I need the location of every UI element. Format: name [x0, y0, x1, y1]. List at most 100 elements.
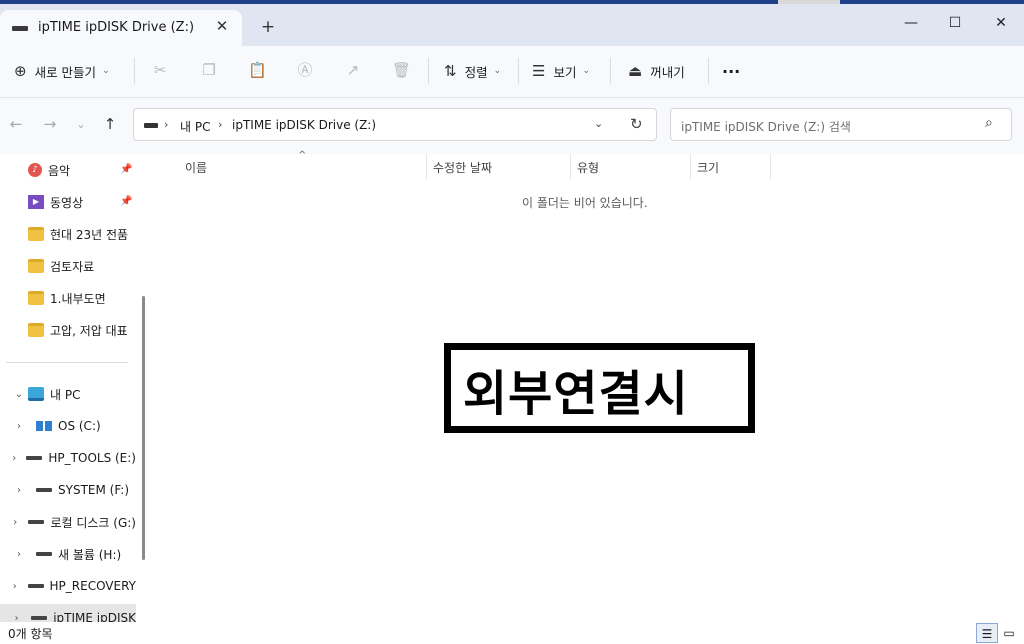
close-button[interactable]: ✕ [986, 12, 1016, 34]
column-header-name[interactable]: 이름 [185, 159, 207, 176]
cut-icon[interactable]: ✂ [151, 61, 169, 79]
sidebar-item-label: 1.내부도면 [50, 291, 106, 306]
search-icon: ⌕ [985, 115, 993, 131]
drive-icon [36, 552, 52, 556]
breadcrumb-pc[interactable]: 내 PC [180, 118, 210, 135]
sort-ascending-icon: ^ [298, 150, 307, 161]
breadcrumb-chevron-icon[interactable]: › [164, 118, 168, 131]
recent-chevron-icon[interactable]: ⌄ [72, 118, 90, 131]
chevron-right-icon[interactable]: › [10, 453, 18, 464]
toolbar-divider [610, 58, 611, 84]
column-header-size[interactable]: 크기 [697, 159, 719, 176]
column-header-modified[interactable]: 수정한 날짜 [433, 159, 492, 176]
drive-icon [36, 488, 52, 492]
annotation-box: 외부연결시 [444, 343, 755, 433]
toolbar-divider [134, 58, 135, 84]
breadcrumb-drive[interactable]: ipTIME ipDISK Drive (Z:) [232, 118, 376, 132]
eject-button[interactable]: ⏏ 꺼내기 [628, 60, 685, 82]
view-list-icon: ☰ [532, 62, 546, 80]
sidebar-item-drive-recovery[interactable]: › HP_RECOVERY [0, 572, 136, 600]
tab-close-icon[interactable]: ✕ [212, 16, 232, 36]
new-button[interactable]: ⊕ 새로 만들기 ⌄ [14, 60, 110, 82]
music-icon: ♪ [28, 163, 42, 177]
chevron-down-icon: ⌄ [493, 66, 502, 76]
sidebar-item-music[interactable]: ♪ 음악 📌 [0, 156, 136, 184]
annotation-text: 외부연결시 [463, 366, 689, 422]
pin-icon: 📌 [120, 164, 133, 175]
column-divider[interactable] [570, 154, 571, 180]
paste-icon[interactable]: 📋 [248, 61, 267, 79]
folder-icon [28, 323, 44, 337]
sort-label: 정렬 [464, 64, 488, 80]
sidebar-item-this-pc[interactable]: ⌄ 내 PC [0, 380, 136, 408]
column-divider[interactable] [690, 154, 691, 180]
tiles-view-icon[interactable]: ▭ [998, 623, 1020, 643]
drive-icon [31, 616, 48, 620]
details-view-icon[interactable]: ☰ [976, 623, 998, 643]
windows-drive-icon [36, 421, 52, 431]
sidebar-item-drive-g[interactable]: › 로컬 디스크 (G:) [0, 508, 136, 536]
toolbar-divider [428, 58, 429, 84]
sidebar-item-drive-e[interactable]: › HP_TOOLS (E:) [0, 444, 136, 472]
search-placeholder: ipTIME ipDISK Drive (Z:) 검색 [681, 120, 851, 134]
sidebar-item-label: 로컬 디스크 (G:) [50, 515, 136, 530]
minimize-button[interactable]: — [896, 12, 926, 34]
sidebar-item-label: HP_RECOVERY [49, 579, 136, 593]
new-tab-icon[interactable]: + [258, 17, 278, 37]
search-input[interactable]: ipTIME ipDISK Drive (Z:) 검색 ⌕ [670, 108, 1012, 141]
sidebar-item-drive-c[interactable]: › OS (C:) [0, 412, 136, 440]
tab-ipdisk[interactable]: ipTIME ipDISK Drive (Z:) ✕ [0, 10, 242, 46]
sidebar-item-label: 새 볼륨 (H:) [58, 547, 122, 562]
chevron-down-icon: ⌄ [102, 66, 110, 76]
chevron-down-icon[interactable]: ⌄ [10, 389, 28, 400]
address-dropdown-icon[interactable]: ⌄ [594, 117, 603, 130]
sidebar-item-label: 음악 [48, 163, 71, 178]
add-circle-icon: ⊕ [14, 62, 27, 80]
sidebar-item-folder[interactable]: 현대 23년 전품 [0, 220, 136, 248]
rename-icon[interactable]: Ⓐ [296, 61, 314, 79]
chevron-right-icon[interactable]: › [10, 613, 23, 623]
sidebar-item-folder[interactable]: 검토자료 [0, 252, 136, 280]
more-options-button[interactable]: ··· [722, 60, 740, 82]
sidebar-item-videos[interactable]: ▶ 동영상 📌 [0, 188, 136, 216]
file-list: ^ 이름 수정한 날짜 유형 크기 이 폴더는 비어 있습니다. 외부연결시 [150, 150, 1024, 622]
address-bar[interactable]: › 내 PC › ipTIME ipDISK Drive (Z:) ⌄ ↻ [133, 108, 657, 141]
up-arrow-icon[interactable]: ↑ [101, 115, 119, 133]
sort-button[interactable]: ⇅ 정렬 ⌄ [444, 60, 501, 82]
column-header-type[interactable]: 유형 [577, 159, 599, 176]
column-divider[interactable] [426, 154, 427, 180]
chevron-right-icon[interactable]: › [10, 549, 28, 560]
video-icon: ▶ [28, 195, 44, 209]
back-arrow-icon[interactable]: ← [7, 115, 25, 133]
drive-icon [27, 584, 44, 588]
chevron-right-icon[interactable]: › [10, 517, 20, 528]
chevron-down-icon: ⌄ [582, 66, 591, 76]
sidebar-item-folder[interactable]: 1.내부도면 [0, 284, 136, 312]
sidebar-item-drive-z[interactable]: › ipTIME ipDISK [0, 604, 136, 622]
sidebar-item-drive-f[interactable]: › SYSTEM (F:) [0, 476, 136, 504]
delete-icon[interactable]: 🗑 [392, 61, 411, 79]
navigation-pane: ♪ 음악 📌 ▶ 동영상 📌 현대 23년 전품 검토자료 1.내부도면 고압,… [0, 154, 150, 622]
computer-icon [28, 387, 44, 401]
folder-icon [28, 291, 44, 305]
column-divider[interactable] [770, 154, 771, 180]
chevron-right-icon[interactable]: › [10, 485, 28, 496]
share-icon[interactable]: ↗ [344, 61, 362, 79]
drive-icon [26, 456, 43, 460]
toolbar-divider [708, 58, 709, 84]
view-button[interactable]: ☰ 보기 ⌄ [532, 60, 590, 82]
breadcrumb-chevron-icon[interactable]: › [218, 118, 222, 131]
sidebar-item-folder[interactable]: 고압, 저압 대표 [0, 316, 136, 344]
command-bar: ⊕ 새로 만들기 ⌄ ✂ ❐ 📋 Ⓐ ↗ 🗑 ⇅ 정렬 ⌄ ☰ 보기 ⌄ ⏏ 꺼… [0, 46, 1024, 98]
chevron-right-icon[interactable]: › [10, 581, 20, 592]
sidebar-item-drive-h[interactable]: › 새 볼륨 (H:) [0, 540, 136, 568]
chevron-right-icon[interactable]: › [10, 421, 28, 432]
maximize-button[interactable]: ☐ [940, 12, 970, 34]
drive-icon [28, 520, 45, 524]
copy-icon[interactable]: ❐ [200, 61, 218, 79]
refresh-icon[interactable]: ↻ [630, 115, 643, 133]
empty-folder-message: 이 폴더는 비어 있습니다. [522, 196, 648, 210]
sidebar-item-label: ipTIME ipDISK [53, 611, 136, 622]
sidebar-scrollbar[interactable] [142, 296, 145, 560]
forward-arrow-icon[interactable]: → [41, 115, 59, 133]
